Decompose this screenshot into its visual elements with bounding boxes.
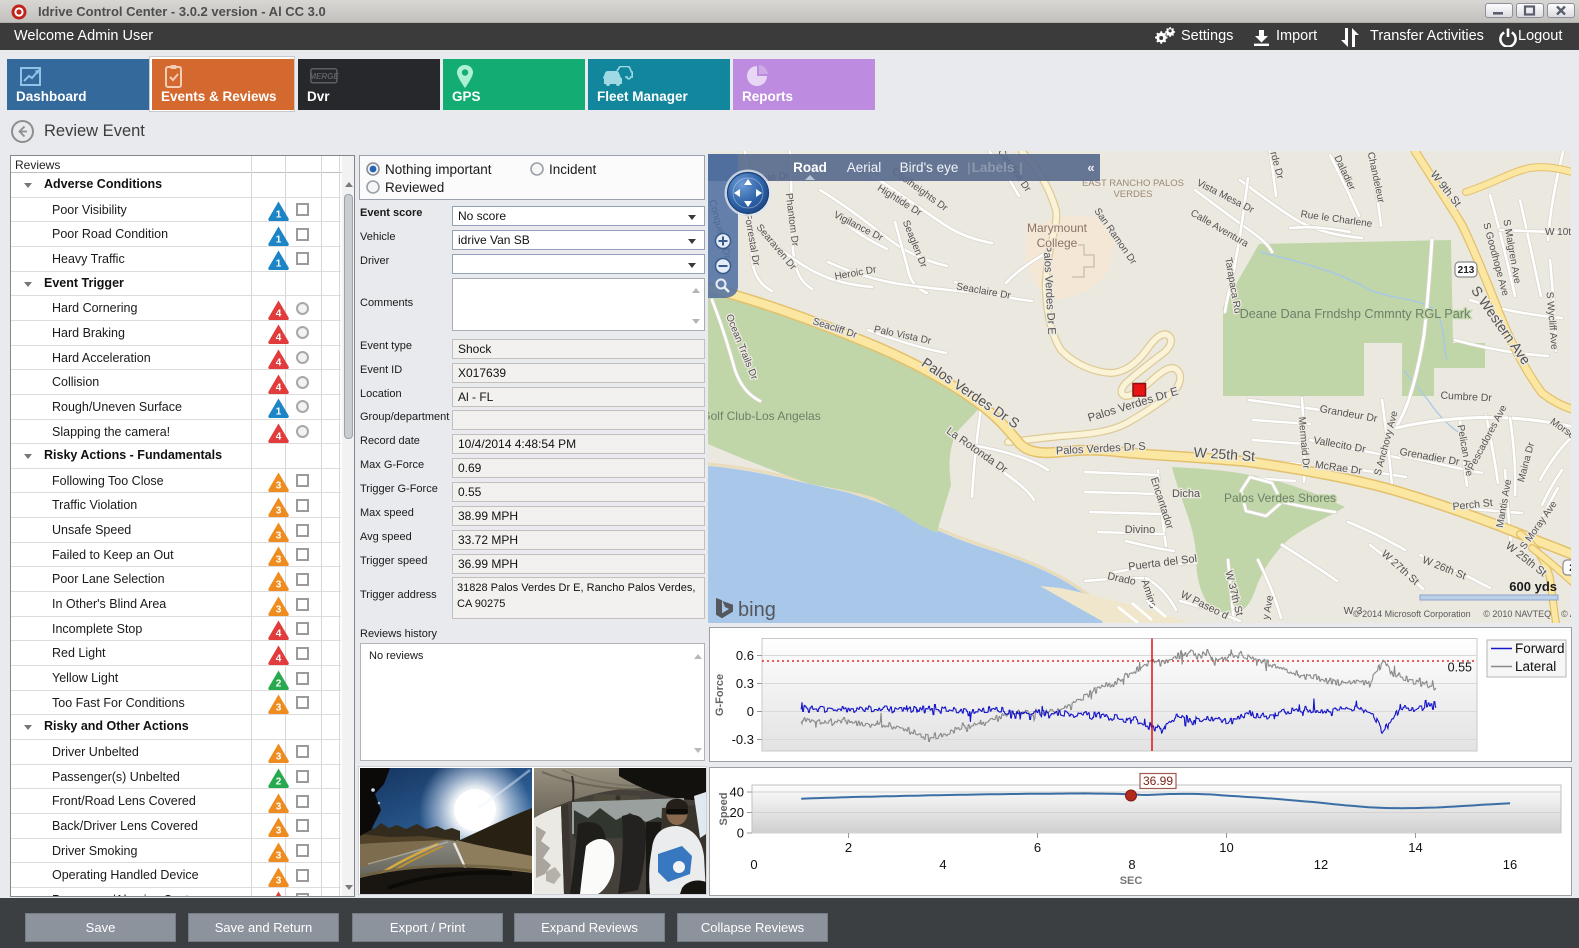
svg-text:Palos Verdes Shores: Palos Verdes Shores <box>1224 491 1336 505</box>
svg-text:3: 3 <box>276 703 282 714</box>
svg-text:Speed: Speed <box>718 792 730 825</box>
svg-text:10: 10 <box>1219 840 1233 855</box>
svg-text:1: 1 <box>276 259 282 270</box>
svg-text:4: 4 <box>276 629 282 640</box>
svg-text:4: 4 <box>276 432 282 443</box>
svg-text:2: 2 <box>845 840 852 855</box>
svg-text:8: 8 <box>1128 857 1135 872</box>
svg-text:Bird's eye: Bird's eye <box>900 160 959 175</box>
svg-text:2: 2 <box>276 777 282 788</box>
svg-text:Divino: Divino <box>1125 524 1156 536</box>
svg-text:2: 2 <box>276 678 282 689</box>
svg-text:4: 4 <box>939 857 946 872</box>
svg-text:3: 3 <box>276 851 282 862</box>
svg-text:|: | <box>1019 160 1022 175</box>
svg-text:0: 0 <box>747 704 754 719</box>
svg-text:0.55: 0.55 <box>1448 661 1472 675</box>
svg-text:16: 16 <box>1503 857 1517 872</box>
svg-text:«: « <box>1087 160 1094 175</box>
svg-text:20: 20 <box>730 805 744 820</box>
svg-text:3: 3 <box>276 752 282 763</box>
svg-text:1: 1 <box>276 407 282 418</box>
svg-text:0.3: 0.3 <box>736 676 754 691</box>
svg-text:4: 4 <box>276 308 282 319</box>
svg-text:4: 4 <box>276 382 282 393</box>
svg-text:12: 12 <box>1314 857 1328 872</box>
svg-text:|: | <box>967 160 970 175</box>
svg-text:Labels: Labels <box>972 160 1015 175</box>
svg-text:Aerial: Aerial <box>847 160 882 175</box>
svg-text:3: 3 <box>276 604 282 615</box>
svg-text:3: 3 <box>276 579 282 590</box>
svg-text:6: 6 <box>1034 840 1041 855</box>
svg-text:3: 3 <box>276 555 282 566</box>
svg-text:SEC: SEC <box>1120 875 1143 887</box>
svg-text:© 2014 Microsoft Corporation: © 2014 Microsoft Corporation © 2010 NAVT… <box>1353 609 1571 619</box>
svg-text:Road: Road <box>793 160 827 175</box>
svg-text:bing: bing <box>738 599 776 621</box>
svg-text:600 yds: 600 yds <box>1509 579 1557 594</box>
svg-text:3: 3 <box>276 481 282 492</box>
svg-text:2: 2 <box>1569 563 1571 574</box>
svg-text:College: College <box>1037 236 1078 250</box>
svg-text:4: 4 <box>276 358 282 369</box>
svg-text:3: 3 <box>276 801 282 812</box>
svg-text:VERDES: VERDES <box>1113 189 1152 200</box>
svg-text:4: 4 <box>276 333 282 344</box>
svg-text:4: 4 <box>276 653 282 664</box>
svg-text:W 10t: W 10t <box>1545 227 1571 238</box>
svg-text:3: 3 <box>276 875 282 886</box>
svg-text:3: 3 <box>276 826 282 837</box>
svg-text:Lateral: Lateral <box>1515 659 1556 674</box>
svg-text:Forward: Forward <box>1515 641 1565 656</box>
svg-text:0: 0 <box>750 857 757 872</box>
svg-text:36.99: 36.99 <box>1143 774 1173 788</box>
svg-text:3: 3 <box>276 505 282 516</box>
svg-text:0: 0 <box>737 826 744 841</box>
svg-text:G-Force: G-Force <box>714 674 726 716</box>
svg-text:1: 1 <box>276 210 282 221</box>
svg-text:1: 1 <box>276 234 282 245</box>
svg-text:MERGE: MERGE <box>310 72 339 81</box>
svg-text:Marymount: Marymount <box>1027 221 1088 235</box>
svg-text:3: 3 <box>276 530 282 541</box>
svg-text:213: 213 <box>1458 265 1475 276</box>
svg-text:Deane Dana Frndshp Cmmnty RGL: Deane Dana Frndshp Cmmnty RGL Park <box>1240 307 1471 321</box>
svg-text:-0.3: -0.3 <box>732 732 754 747</box>
svg-text:0.6: 0.6 <box>736 648 754 663</box>
svg-text:Golf Club-Los Angelas: Golf Club-Los Angelas <box>708 409 821 423</box>
svg-text:40: 40 <box>730 785 744 800</box>
svg-text:Dicha: Dicha <box>1172 488 1201 500</box>
svg-text:14: 14 <box>1408 840 1422 855</box>
